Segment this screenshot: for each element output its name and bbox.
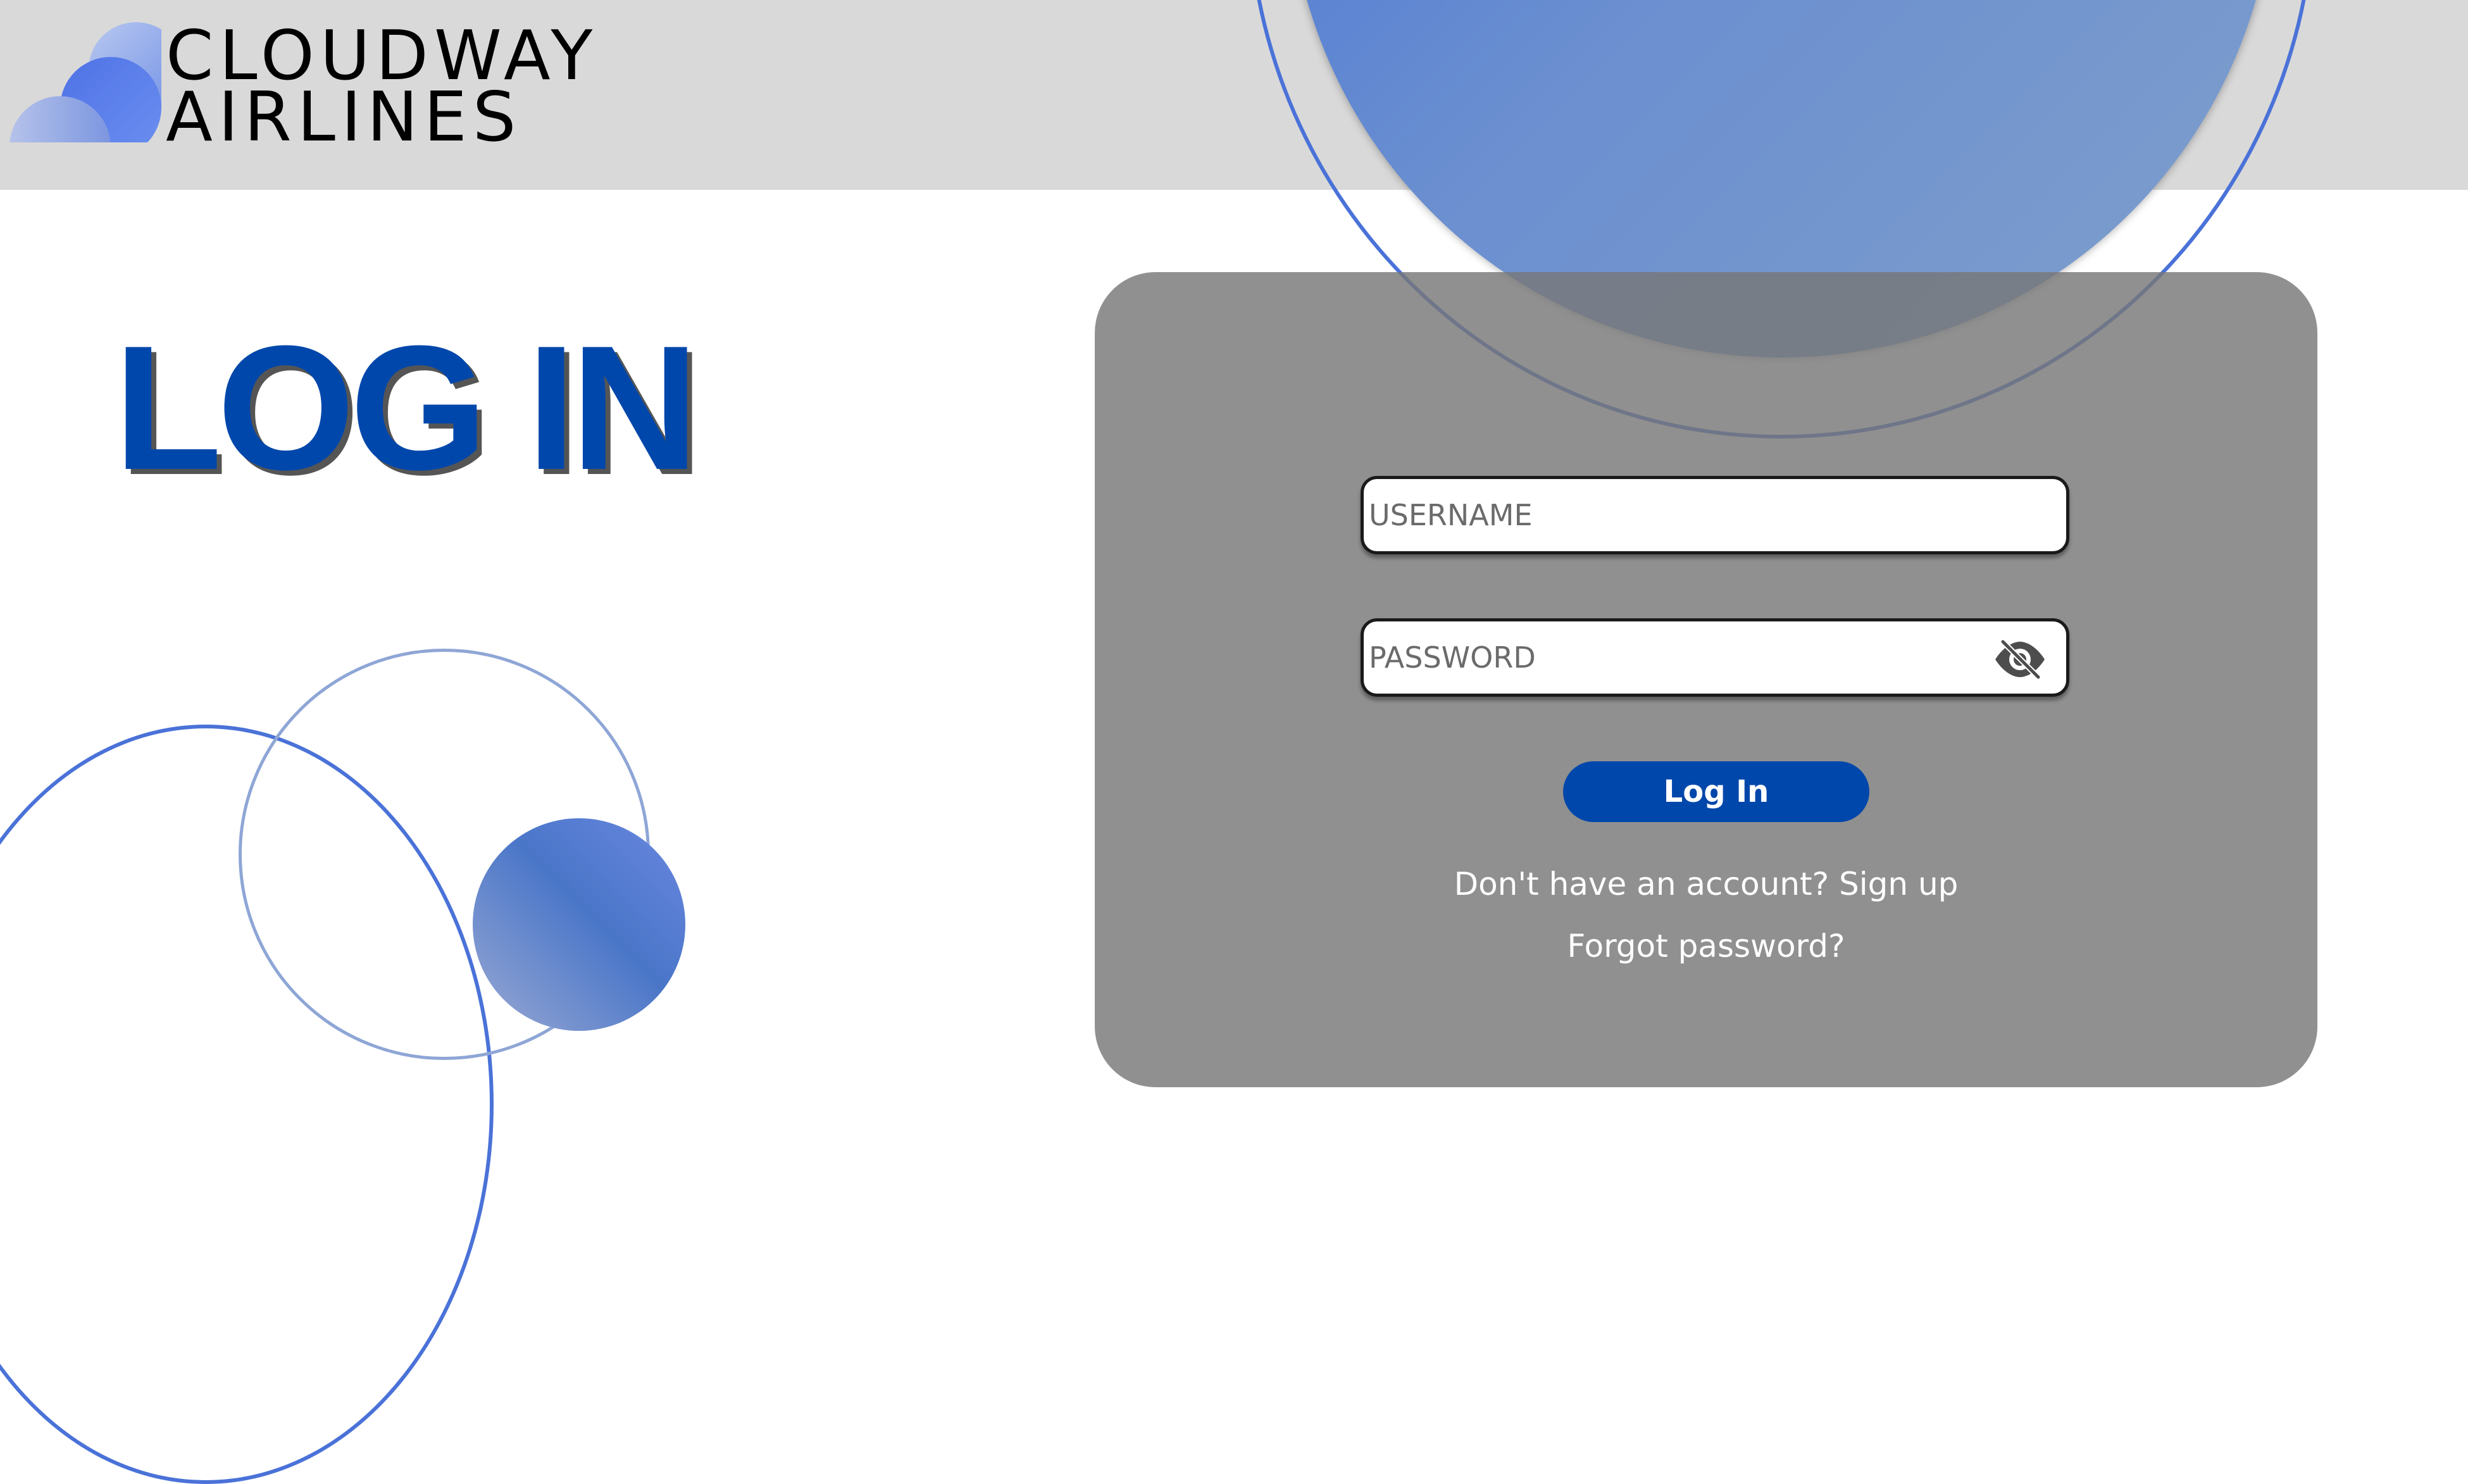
logo-clouds-icon [0, 0, 171, 142]
brand-wordmark: CLOUDWAY AIRLINES [166, 22, 598, 158]
password-field[interactable] [1361, 618, 2069, 697]
brand-line-2: AIRLINES [166, 78, 522, 158]
decorative-circle-small [473, 818, 685, 1031]
username-field[interactable] [1361, 476, 2069, 554]
signup-link[interactable]: Don't have an account? Sign up [1095, 866, 2317, 902]
login-button[interactable]: Log In [1563, 761, 1869, 822]
page-title: LOG IN [114, 309, 699, 507]
eye-slash-icon[interactable] [1993, 639, 2047, 680]
forgot-password-link[interactable]: Forgot password? [1095, 928, 2317, 964]
password-input[interactable] [1364, 621, 2066, 694]
username-input[interactable] [1364, 479, 2066, 551]
